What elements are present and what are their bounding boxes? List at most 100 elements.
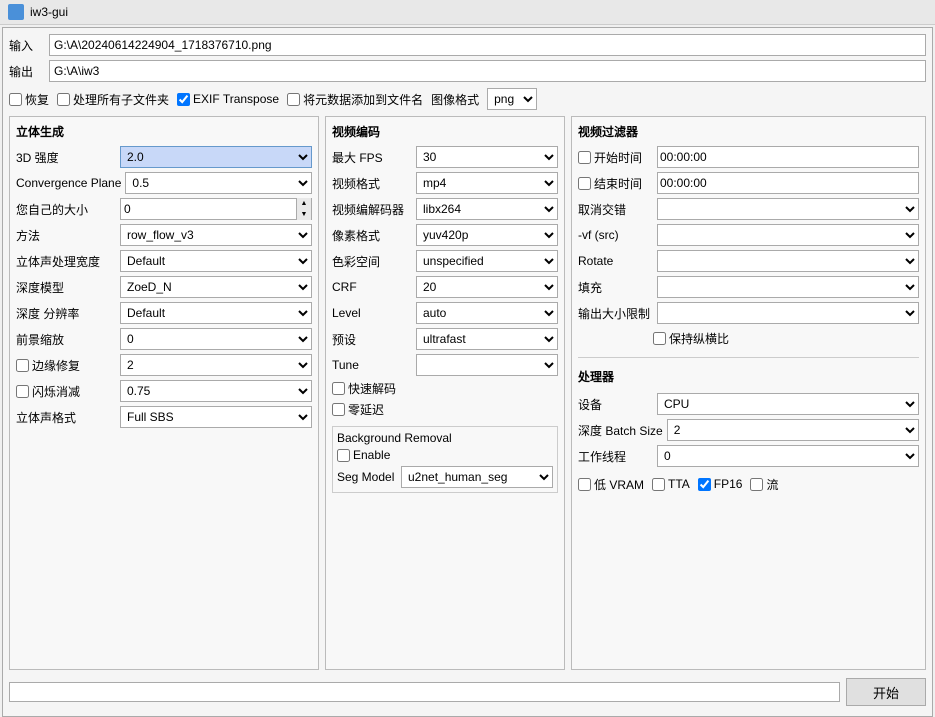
- edge-repair-select[interactable]: 213: [120, 354, 312, 376]
- output-size-select[interactable]: [657, 302, 919, 324]
- low-vram-checkbox-label[interactable]: 低 VRAM: [578, 476, 644, 493]
- video-format-row: 视频格式 mp4mkvavi: [332, 172, 558, 194]
- keep-aspect-checkbox[interactable]: [653, 332, 666, 345]
- video-format-label: 视频格式: [332, 175, 412, 192]
- stereo-format-select[interactable]: Full SBSHalf SBSAnaglyphVR: [120, 406, 312, 428]
- color-space-label: 色彩空间: [332, 253, 412, 270]
- edge-repair-label: 边缘修复: [32, 357, 80, 374]
- exif-checkbox[interactable]: [177, 93, 190, 106]
- end-time-row: 结束时间: [578, 172, 919, 194]
- video-codec-select[interactable]: libx264libx265h264_nvenc: [416, 198, 558, 220]
- low-vram-label: 低 VRAM: [594, 476, 644, 493]
- output-path[interactable]: [49, 60, 926, 82]
- own-size-input[interactable]: [121, 199, 296, 219]
- stream-checkbox[interactable]: [750, 478, 763, 491]
- video-codec-label: 视频编解码器: [332, 201, 412, 218]
- title-bar-text: iw3-gui: [30, 5, 68, 19]
- edge-repair-row: 边缘修复 213: [16, 354, 312, 376]
- method-select[interactable]: row_flow_v3row_flow_v2: [120, 224, 312, 246]
- tta-checkbox-label[interactable]: TTA: [652, 477, 690, 491]
- tta-checkbox[interactable]: [652, 478, 665, 491]
- bg-removal-panel: Background Removal Enable Seg Model u2ne…: [332, 426, 558, 493]
- batch-size-row: 深度 Batch Size 2148: [578, 419, 919, 441]
- restore-checkbox-label[interactable]: 恢复: [9, 91, 49, 108]
- section-divider: [578, 357, 919, 358]
- spinbox-up-btn[interactable]: ▲: [297, 198, 311, 209]
- spinbox-down-btn[interactable]: ▼: [297, 209, 311, 220]
- crf-label: CRF: [332, 280, 412, 294]
- depth-model-select[interactable]: ZoeD_NZoeD_NKDPT_Large: [120, 276, 312, 298]
- keep-aspect-row: 保持纵横比: [653, 330, 919, 347]
- fast-decode-checkbox[interactable]: [332, 382, 345, 395]
- subfolders-checkbox[interactable]: [57, 93, 70, 106]
- metadata-checkbox-label[interactable]: 将元数据添加到文件名: [287, 91, 423, 108]
- start-time-label: 开始时间: [594, 149, 642, 166]
- start-button[interactable]: 开始: [846, 678, 926, 706]
- stereo-format-label: 立体声格式: [16, 409, 116, 426]
- pixel-format-row: 像素格式 yuv420pyuv444p: [332, 224, 558, 246]
- bg-removal-enable-checkbox[interactable]: [337, 449, 350, 462]
- start-time-checkbox-label[interactable]: 开始时间: [578, 149, 653, 166]
- fp16-checkbox[interactable]: [698, 478, 711, 491]
- stereo-width-select[interactable]: Default19201280: [120, 250, 312, 272]
- zero-latency-label: 零延迟: [348, 401, 384, 418]
- color-space-select[interactable]: unspecifiedbt709: [416, 250, 558, 272]
- worker-threads-select[interactable]: 0124: [657, 445, 919, 467]
- vf-src-select[interactable]: [657, 224, 919, 246]
- start-time-input[interactable]: [657, 146, 919, 168]
- right-panel: 视频过滤器 开始时间 结束时间 取消交错: [571, 116, 926, 670]
- keep-aspect-label: 保持纵横比: [669, 330, 729, 347]
- max-fps-select[interactable]: 302460: [416, 146, 558, 168]
- video-codec-row: 视频编解码器 libx264libx265h264_nvenc: [332, 198, 558, 220]
- flicker-checkbox-label[interactable]: 闪烁消减: [16, 383, 116, 400]
- tune-select[interactable]: filmanimationgrain: [416, 354, 558, 376]
- end-time-checkbox-label[interactable]: 结束时间: [578, 175, 653, 192]
- device-row: 设备 CPUCUDA:0CUDA:1: [578, 393, 919, 415]
- edge-repair-checkbox[interactable]: [16, 359, 29, 372]
- panels-row: 立体生成 3D 强度 2.01.03.04.05.0 Convergence P…: [9, 116, 926, 670]
- rotate-select[interactable]: 90180270: [657, 250, 919, 272]
- 3d-strength-select[interactable]: 2.01.03.04.05.0: [120, 146, 312, 168]
- metadata-checkbox[interactable]: [287, 93, 300, 106]
- end-time-label: 结束时间: [594, 175, 642, 192]
- subfolders-checkbox-label[interactable]: 处理所有子文件夹: [57, 91, 169, 108]
- image-format-select[interactable]: png jpg bmp tiff: [487, 88, 537, 110]
- end-time-input[interactable]: [657, 172, 919, 194]
- start-time-checkbox[interactable]: [578, 151, 591, 164]
- preset-row: 预设 ultrafastsuperfastveryfastfasterfastm…: [332, 328, 558, 350]
- video-format-select[interactable]: mp4mkvavi: [416, 172, 558, 194]
- convergence-plane-select[interactable]: 0.50.01.0: [125, 172, 312, 194]
- deinterlace-select[interactable]: yadifbwdif: [657, 198, 919, 220]
- output-row: 输出: [9, 60, 926, 82]
- flicker-row: 闪烁消减 0.750.51.0: [16, 380, 312, 402]
- left-panel-title: 立体生成: [16, 123, 312, 140]
- fill-select[interactable]: [657, 276, 919, 298]
- end-time-checkbox[interactable]: [578, 177, 591, 190]
- depth-res-select[interactable]: Default512384: [120, 302, 312, 324]
- mid-panel: 视频编码 最大 FPS 302460 视频格式 mp4mkvavi 视频编解码器…: [325, 116, 565, 670]
- exif-checkbox-label[interactable]: EXIF Transpose: [177, 92, 279, 106]
- low-vram-checkbox[interactable]: [578, 478, 591, 491]
- pixel-format-select[interactable]: yuv420pyuv444p: [416, 224, 558, 246]
- batch-size-select[interactable]: 2148: [667, 419, 919, 441]
- flicker-checkbox[interactable]: [16, 385, 29, 398]
- mid-panel-title: 视频编码: [332, 123, 558, 140]
- device-select[interactable]: CPUCUDA:0CUDA:1: [657, 393, 919, 415]
- seg-model-select[interactable]: u2net_human_segu2netsilueta: [401, 466, 553, 488]
- restore-checkbox[interactable]: [9, 93, 22, 106]
- seg-model-label: Seg Model: [337, 470, 397, 484]
- preset-label: 预设: [332, 331, 412, 348]
- zero-latency-checkbox[interactable]: [332, 403, 345, 416]
- batch-size-label: 深度 Batch Size: [578, 422, 663, 439]
- preset-select[interactable]: ultrafastsuperfastveryfastfasterfastmedi…: [416, 328, 558, 350]
- stream-checkbox-label[interactable]: 流: [750, 476, 778, 493]
- flicker-select[interactable]: 0.750.51.0: [120, 380, 312, 402]
- edge-repair-checkbox-label[interactable]: 边缘修复: [16, 357, 116, 374]
- level-select[interactable]: auto4.04.15.0: [416, 302, 558, 324]
- crf-select[interactable]: 20182328: [416, 276, 558, 298]
- fp16-checkbox-label[interactable]: FP16: [698, 477, 743, 491]
- input-path[interactable]: [49, 34, 926, 56]
- own-size-spinbox[interactable]: ▲ ▼: [120, 198, 312, 220]
- method-row: 方法 row_flow_v3row_flow_v2: [16, 224, 312, 246]
- fg-scale-select[interactable]: 012: [120, 328, 312, 350]
